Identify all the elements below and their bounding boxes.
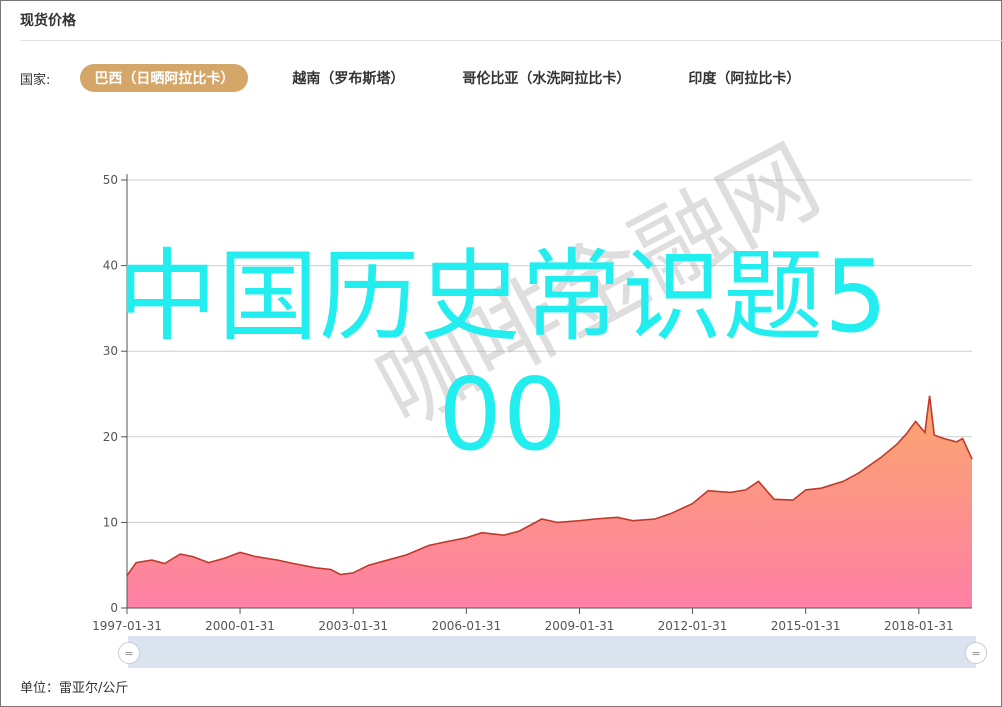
y-tick-label: 50 — [103, 173, 118, 187]
unit-label: 单位：雷亚尔/公斤 — [20, 681, 129, 696]
panel-title: 现货价格 — [20, 13, 76, 29]
x-tick-label: 1997-01-31 — [92, 619, 162, 633]
x-tick-label: 2018-01-31 — [884, 619, 954, 633]
filter-label: 国家: — [20, 72, 51, 88]
x-tick-label: 2009-01-31 — [545, 619, 615, 633]
y-tick-label: 10 — [103, 515, 118, 529]
x-tick-label: 2015-01-31 — [771, 619, 841, 633]
country-tab-brazil[interactable]: 巴西（日晒阿拉比卡） — [80, 64, 249, 92]
country-tab-india[interactable]: 印度（阿拉比卡） — [674, 64, 814, 92]
x-tick-label: 2006-01-31 — [431, 619, 501, 633]
country-filter: 国家: 巴西（日晒阿拉比卡） 越南（罗布斯塔） 哥伦比亚（水洗阿拉比卡） 印度（… — [20, 64, 844, 92]
x-tick-label: 2003-01-31 — [318, 619, 388, 633]
zoom-slider-track[interactable] — [128, 636, 976, 668]
zoom-handle-right[interactable]: = — [965, 642, 987, 664]
country-tab-colombia[interactable]: 哥伦比亚（水洗阿拉比卡） — [448, 64, 644, 92]
overlay-title: 中国历史常识题5 00 — [28, 238, 978, 474]
overlay-title-line1: 中国历史常识题5 — [117, 238, 889, 355]
header-divider — [20, 40, 1002, 41]
overlay-title-line2: 00 — [438, 356, 568, 473]
zoom-handle-left[interactable]: = — [118, 642, 140, 664]
x-tick-label: 2000-01-31 — [205, 619, 275, 633]
y-tick-label: 0 — [110, 601, 118, 615]
x-tick-label: 2012-01-31 — [658, 619, 728, 633]
country-tab-vietnam[interactable]: 越南（罗布斯塔） — [278, 64, 418, 92]
